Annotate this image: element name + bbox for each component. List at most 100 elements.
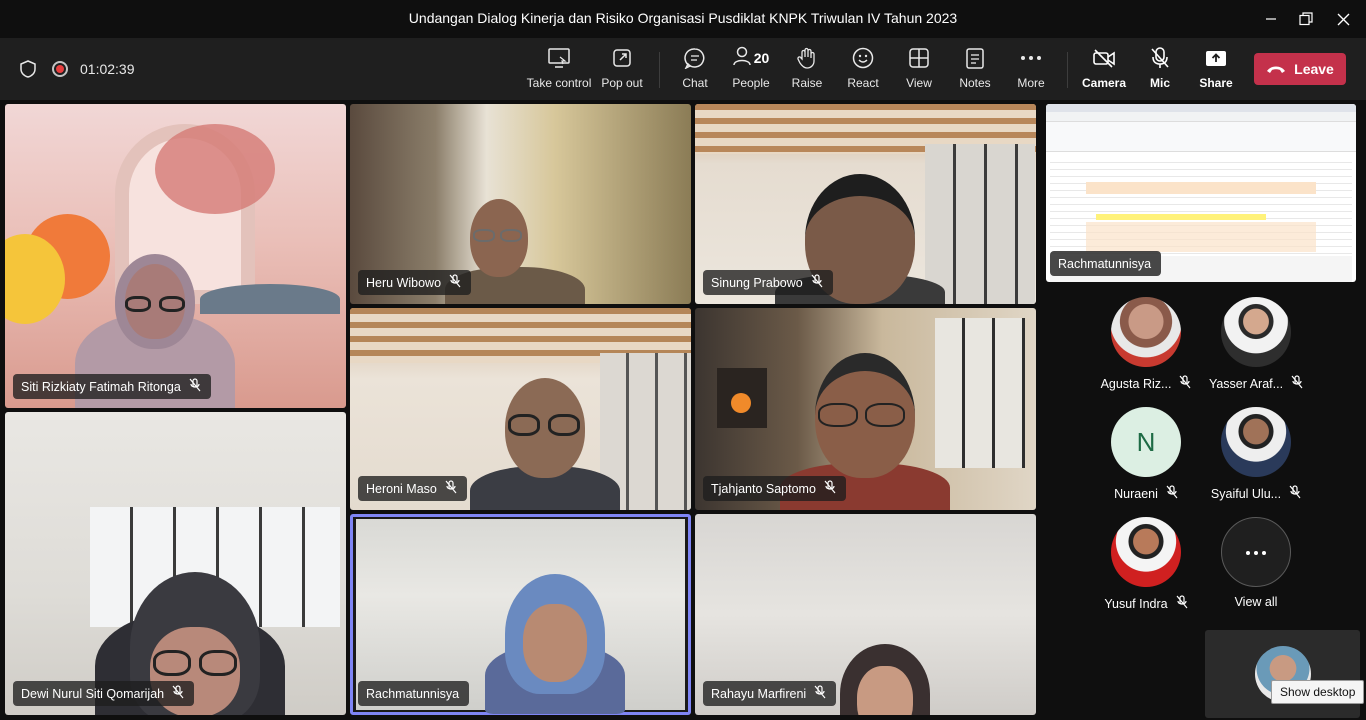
more-label: More <box>1017 76 1045 90</box>
avatar[interactable] <box>1111 517 1181 587</box>
view-button[interactable]: View <box>900 46 938 94</box>
roster-item[interactable]: Syaiful Ulu... <box>1201 485 1311 502</box>
mic-muted-icon <box>172 685 184 702</box>
video-tile-active-speaker[interactable]: Rachmatunnisya <box>350 514 691 715</box>
presenter-name: Rachmatunnisya <box>1058 256 1152 271</box>
tree-decoration <box>155 124 275 214</box>
view-all-label[interactable]: View all <box>1201 595 1311 609</box>
avatar-initial: N <box>1136 426 1156 457</box>
avatar-initials[interactable]: N <box>1111 407 1181 477</box>
notes-button[interactable]: Notes <box>956 46 994 94</box>
participant-figure <box>470 378 620 510</box>
mic-muted-icon <box>1179 375 1191 392</box>
mic-muted-icon <box>1176 595 1188 612</box>
shared-screen-tile[interactable]: Rachmatunnisya <box>1046 104 1356 282</box>
video-tile[interactable]: Heroni Maso <box>350 308 691 510</box>
roster-item[interactable]: Agusta Riz... <box>1091 375 1201 392</box>
view-label: View <box>906 76 932 90</box>
meeting-timer: 01:02:39 <box>80 61 135 77</box>
participant-name-tag: Sinung Prabowo <box>703 270 833 295</box>
participant-figure <box>485 574 625 714</box>
browser-tabs <box>1046 104 1356 112</box>
fire-decoration <box>731 393 751 413</box>
spreadsheet-highlight <box>1086 222 1316 252</box>
video-tile[interactable]: Rahayu Marfireni <box>695 514 1036 715</box>
close-icon[interactable] <box>1320 0 1366 38</box>
mic-muted-icon <box>1289 485 1301 502</box>
mic-off-icon <box>1150 46 1170 70</box>
pop-out-button[interactable]: Pop out <box>600 46 644 94</box>
title-bar: Undangan Dialog Kinerja dan Risiko Organ… <box>0 0 1366 38</box>
roster-name: Syaiful Ulu... <box>1210 486 1282 501</box>
toolbar-divider <box>659 52 660 88</box>
spreadsheet-ribbon <box>1046 122 1356 152</box>
show-desktop-tooltip: Show desktop <box>1271 680 1365 704</box>
mic-muted-icon <box>824 480 836 497</box>
self-view-tile[interactable] <box>1205 630 1360 718</box>
pop-out-icon <box>612 46 632 70</box>
leave-label: Leave <box>1294 61 1334 77</box>
participant-name-tag: Dewi Nurul Siti Qomarijah <box>13 681 195 706</box>
chat-icon <box>684 46 706 70</box>
avatar[interactable] <box>1111 297 1181 367</box>
people-label: People <box>732 76 770 90</box>
roster-item[interactable]: Yasser Araf... <box>1201 375 1311 392</box>
participant-name-tag: Tjahjanto Saptomo <box>703 476 846 501</box>
notes-label: Notes <box>959 76 991 90</box>
people-button[interactable]: 20 People <box>728 46 774 94</box>
spreadsheet-highlight <box>1096 214 1266 220</box>
spreadsheet-highlight <box>1086 182 1316 194</box>
video-tile[interactable]: Siti Rizkiaty Fatimah Ritonga <box>5 104 346 408</box>
more-icon <box>1245 543 1267 561</box>
roster-item[interactable]: Nuraeni <box>1091 485 1201 502</box>
more-button[interactable]: More <box>1012 46 1050 94</box>
mic-button[interactable]: Mic <box>1142 46 1178 94</box>
people-icon <box>732 46 751 71</box>
participant-name: Dewi Nurul Siti Qomarijah <box>21 686 165 701</box>
take-control-button[interactable]: Take control <box>527 46 591 94</box>
participant-name: Rachmatunnisya <box>366 686 460 701</box>
monitor-icon <box>548 46 570 70</box>
more-icon <box>1020 46 1042 70</box>
raise-hand-button[interactable]: Raise <box>788 46 826 94</box>
share-label: Share <box>1199 76 1233 90</box>
mic-label: Mic <box>1149 76 1170 90</box>
notes-icon <box>965 46 985 70</box>
avatar[interactable] <box>1221 407 1291 477</box>
raise-label: Raise <box>791 76 823 90</box>
roster-name: Yusuf Indra <box>1104 596 1168 611</box>
meeting-toolbar: 01:02:39 Take control Pop out Chat 20 Pe… <box>0 38 1366 100</box>
toolbar-divider <box>1067 52 1068 88</box>
avatar[interactable] <box>1221 297 1291 367</box>
recording-icon <box>52 61 68 77</box>
mic-muted-icon <box>1166 485 1178 502</box>
shield-icon <box>20 60 36 83</box>
mic-muted-icon <box>445 480 457 497</box>
video-tile[interactable]: Tjahjanto Saptomo <box>695 308 1036 510</box>
share-button[interactable]: Share <box>1198 46 1234 94</box>
chat-button[interactable]: Chat <box>676 46 714 94</box>
mic-muted-icon <box>814 685 826 702</box>
react-label: React <box>847 76 879 90</box>
video-tile[interactable]: Heru Wibowo <box>350 104 691 304</box>
people-icon-wrap: 20 <box>732 46 770 71</box>
people-count: 20 <box>753 50 770 66</box>
participant-name-tag: Heroni Maso <box>358 476 467 501</box>
participant-name-tag: Siti Rizkiaty Fatimah Ritonga <box>13 374 211 399</box>
view-all-button[interactable] <box>1221 517 1291 587</box>
participant-name-tag: Rahayu Marfireni <box>703 681 837 706</box>
camera-button[interactable]: Camera <box>1082 46 1126 94</box>
camera-label: Camera <box>1081 76 1127 90</box>
video-tile[interactable]: Dewi Nurul Siti Qomarijah <box>5 412 346 715</box>
mic-muted-icon <box>189 378 201 395</box>
roster-name: Nuraeni <box>1114 486 1158 501</box>
roster-item[interactable]: Yusuf Indra <box>1091 595 1201 612</box>
hand-icon <box>797 46 817 70</box>
window-title: Undangan Dialog Kinerja dan Risiko Organ… <box>408 10 958 26</box>
participant-name: Tjahjanto Saptomo <box>711 481 816 496</box>
react-button[interactable]: React <box>844 46 882 94</box>
video-tile[interactable]: Sinung Prabowo <box>695 104 1036 304</box>
chat-label: Chat <box>682 76 708 90</box>
leave-button[interactable]: Leave <box>1254 53 1346 85</box>
roster-name: Agusta Riz... <box>1100 376 1172 391</box>
